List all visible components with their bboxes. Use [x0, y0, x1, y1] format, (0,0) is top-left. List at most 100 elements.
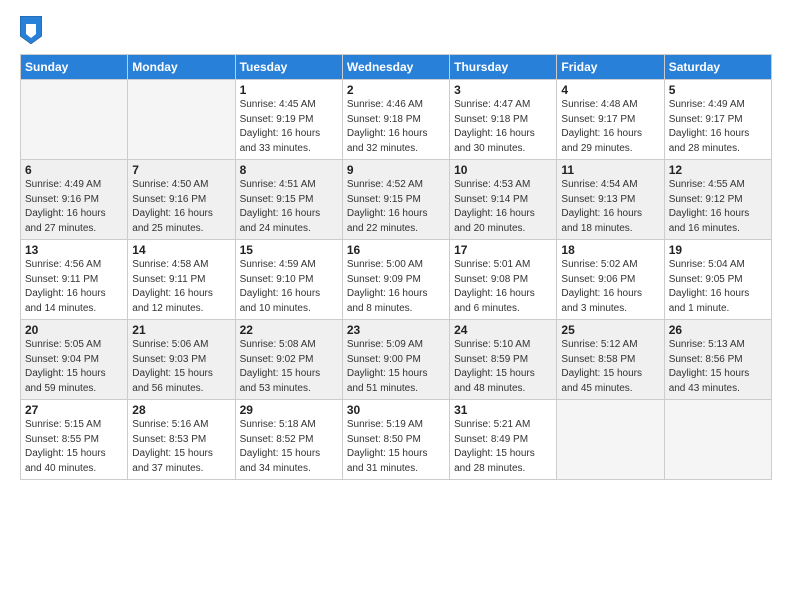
- day-info: Sunrise: 5:13 AMSunset: 8:56 PMDaylight:…: [669, 338, 767, 396]
- calendar-cell: 19Sunrise: 5:04 AMSunset: 9:05 PMDayligh…: [664, 240, 771, 320]
- calendar-week-row: 27Sunrise: 5:15 AMSunset: 8:55 PMDayligh…: [21, 400, 772, 480]
- calendar-cell: [128, 80, 235, 160]
- weekday-header-friday: Friday: [557, 55, 664, 80]
- day-info: Sunrise: 4:58 AMSunset: 9:11 PMDaylight:…: [132, 258, 230, 316]
- calendar-cell: 7Sunrise: 4:50 AMSunset: 9:16 PMDaylight…: [128, 160, 235, 240]
- calendar-cell: 4Sunrise: 4:48 AMSunset: 9:17 PMDaylight…: [557, 80, 664, 160]
- day-info: Sunrise: 5:08 AMSunset: 9:02 PMDaylight:…: [240, 338, 338, 396]
- day-number: 31: [454, 403, 552, 417]
- day-number: 17: [454, 243, 552, 257]
- day-info: Sunrise: 5:18 AMSunset: 8:52 PMDaylight:…: [240, 418, 338, 476]
- day-number: 15: [240, 243, 338, 257]
- calendar-cell: 12Sunrise: 4:55 AMSunset: 9:12 PMDayligh…: [664, 160, 771, 240]
- calendar-cell: 1Sunrise: 4:45 AMSunset: 9:19 PMDaylight…: [235, 80, 342, 160]
- day-info: Sunrise: 4:46 AMSunset: 9:18 PMDaylight:…: [347, 98, 445, 156]
- day-info: Sunrise: 5:15 AMSunset: 8:55 PMDaylight:…: [25, 418, 123, 476]
- calendar-cell: 21Sunrise: 5:06 AMSunset: 9:03 PMDayligh…: [128, 320, 235, 400]
- day-info: Sunrise: 5:09 AMSunset: 9:00 PMDaylight:…: [347, 338, 445, 396]
- calendar-cell: 8Sunrise: 4:51 AMSunset: 9:15 PMDaylight…: [235, 160, 342, 240]
- calendar-cell: 26Sunrise: 5:13 AMSunset: 8:56 PMDayligh…: [664, 320, 771, 400]
- day-info: Sunrise: 5:10 AMSunset: 8:59 PMDaylight:…: [454, 338, 552, 396]
- day-number: 28: [132, 403, 230, 417]
- header: [20, 16, 772, 44]
- calendar-cell: 29Sunrise: 5:18 AMSunset: 8:52 PMDayligh…: [235, 400, 342, 480]
- weekday-header-wednesday: Wednesday: [342, 55, 449, 80]
- day-number: 23: [347, 323, 445, 337]
- day-number: 7: [132, 163, 230, 177]
- day-number: 8: [240, 163, 338, 177]
- weekday-header-sunday: Sunday: [21, 55, 128, 80]
- day-number: 4: [561, 83, 659, 97]
- weekday-header-monday: Monday: [128, 55, 235, 80]
- calendar-cell: 20Sunrise: 5:05 AMSunset: 9:04 PMDayligh…: [21, 320, 128, 400]
- calendar-cell: 14Sunrise: 4:58 AMSunset: 9:11 PMDayligh…: [128, 240, 235, 320]
- day-number: 1: [240, 83, 338, 97]
- day-number: 12: [669, 163, 767, 177]
- day-number: 9: [347, 163, 445, 177]
- day-info: Sunrise: 4:50 AMSunset: 9:16 PMDaylight:…: [132, 178, 230, 236]
- weekday-header-saturday: Saturday: [664, 55, 771, 80]
- day-info: Sunrise: 4:54 AMSunset: 9:13 PMDaylight:…: [561, 178, 659, 236]
- calendar-cell: 18Sunrise: 5:02 AMSunset: 9:06 PMDayligh…: [557, 240, 664, 320]
- day-number: 13: [25, 243, 123, 257]
- day-number: 6: [25, 163, 123, 177]
- day-number: 25: [561, 323, 659, 337]
- day-number: 10: [454, 163, 552, 177]
- weekday-header-thursday: Thursday: [450, 55, 557, 80]
- calendar-cell: 13Sunrise: 4:56 AMSunset: 9:11 PMDayligh…: [21, 240, 128, 320]
- calendar: SundayMondayTuesdayWednesdayThursdayFrid…: [20, 54, 772, 480]
- day-number: 14: [132, 243, 230, 257]
- calendar-cell: 5Sunrise: 4:49 AMSunset: 9:17 PMDaylight…: [664, 80, 771, 160]
- day-number: 29: [240, 403, 338, 417]
- page: SundayMondayTuesdayWednesdayThursdayFrid…: [0, 0, 792, 612]
- calendar-cell: 9Sunrise: 4:52 AMSunset: 9:15 PMDaylight…: [342, 160, 449, 240]
- calendar-cell: 16Sunrise: 5:00 AMSunset: 9:09 PMDayligh…: [342, 240, 449, 320]
- day-info: Sunrise: 5:16 AMSunset: 8:53 PMDaylight:…: [132, 418, 230, 476]
- calendar-cell: 25Sunrise: 5:12 AMSunset: 8:58 PMDayligh…: [557, 320, 664, 400]
- calendar-cell: 30Sunrise: 5:19 AMSunset: 8:50 PMDayligh…: [342, 400, 449, 480]
- calendar-cell: 31Sunrise: 5:21 AMSunset: 8:49 PMDayligh…: [450, 400, 557, 480]
- day-info: Sunrise: 4:59 AMSunset: 9:10 PMDaylight:…: [240, 258, 338, 316]
- calendar-cell: 6Sunrise: 4:49 AMSunset: 9:16 PMDaylight…: [21, 160, 128, 240]
- calendar-cell: 3Sunrise: 4:47 AMSunset: 9:18 PMDaylight…: [450, 80, 557, 160]
- day-info: Sunrise: 4:53 AMSunset: 9:14 PMDaylight:…: [454, 178, 552, 236]
- calendar-cell: 24Sunrise: 5:10 AMSunset: 8:59 PMDayligh…: [450, 320, 557, 400]
- calendar-cell: [557, 400, 664, 480]
- calendar-week-row: 6Sunrise: 4:49 AMSunset: 9:16 PMDaylight…: [21, 160, 772, 240]
- day-info: Sunrise: 5:01 AMSunset: 9:08 PMDaylight:…: [454, 258, 552, 316]
- calendar-cell: 2Sunrise: 4:46 AMSunset: 9:18 PMDaylight…: [342, 80, 449, 160]
- day-number: 30: [347, 403, 445, 417]
- calendar-header-row: SundayMondayTuesdayWednesdayThursdayFrid…: [21, 55, 772, 80]
- day-info: Sunrise: 5:00 AMSunset: 9:09 PMDaylight:…: [347, 258, 445, 316]
- day-number: 16: [347, 243, 445, 257]
- day-info: Sunrise: 4:48 AMSunset: 9:17 PMDaylight:…: [561, 98, 659, 156]
- day-number: 19: [669, 243, 767, 257]
- calendar-cell: 22Sunrise: 5:08 AMSunset: 9:02 PMDayligh…: [235, 320, 342, 400]
- day-info: Sunrise: 5:19 AMSunset: 8:50 PMDaylight:…: [347, 418, 445, 476]
- day-number: 27: [25, 403, 123, 417]
- day-number: 26: [669, 323, 767, 337]
- day-number: 20: [25, 323, 123, 337]
- calendar-cell: 27Sunrise: 5:15 AMSunset: 8:55 PMDayligh…: [21, 400, 128, 480]
- day-info: Sunrise: 4:51 AMSunset: 9:15 PMDaylight:…: [240, 178, 338, 236]
- calendar-week-row: 1Sunrise: 4:45 AMSunset: 9:19 PMDaylight…: [21, 80, 772, 160]
- day-info: Sunrise: 5:05 AMSunset: 9:04 PMDaylight:…: [25, 338, 123, 396]
- day-info: Sunrise: 4:52 AMSunset: 9:15 PMDaylight:…: [347, 178, 445, 236]
- day-info: Sunrise: 4:55 AMSunset: 9:12 PMDaylight:…: [669, 178, 767, 236]
- calendar-cell: 28Sunrise: 5:16 AMSunset: 8:53 PMDayligh…: [128, 400, 235, 480]
- day-info: Sunrise: 5:21 AMSunset: 8:49 PMDaylight:…: [454, 418, 552, 476]
- day-info: Sunrise: 4:49 AMSunset: 9:16 PMDaylight:…: [25, 178, 123, 236]
- logo-icon: [20, 16, 42, 44]
- day-info: Sunrise: 4:47 AMSunset: 9:18 PMDaylight:…: [454, 98, 552, 156]
- calendar-cell: 15Sunrise: 4:59 AMSunset: 9:10 PMDayligh…: [235, 240, 342, 320]
- day-number: 21: [132, 323, 230, 337]
- calendar-week-row: 13Sunrise: 4:56 AMSunset: 9:11 PMDayligh…: [21, 240, 772, 320]
- day-number: 2: [347, 83, 445, 97]
- day-number: 22: [240, 323, 338, 337]
- day-info: Sunrise: 4:45 AMSunset: 9:19 PMDaylight:…: [240, 98, 338, 156]
- day-number: 3: [454, 83, 552, 97]
- day-number: 18: [561, 243, 659, 257]
- day-info: Sunrise: 5:06 AMSunset: 9:03 PMDaylight:…: [132, 338, 230, 396]
- day-info: Sunrise: 5:12 AMSunset: 8:58 PMDaylight:…: [561, 338, 659, 396]
- calendar-cell: 11Sunrise: 4:54 AMSunset: 9:13 PMDayligh…: [557, 160, 664, 240]
